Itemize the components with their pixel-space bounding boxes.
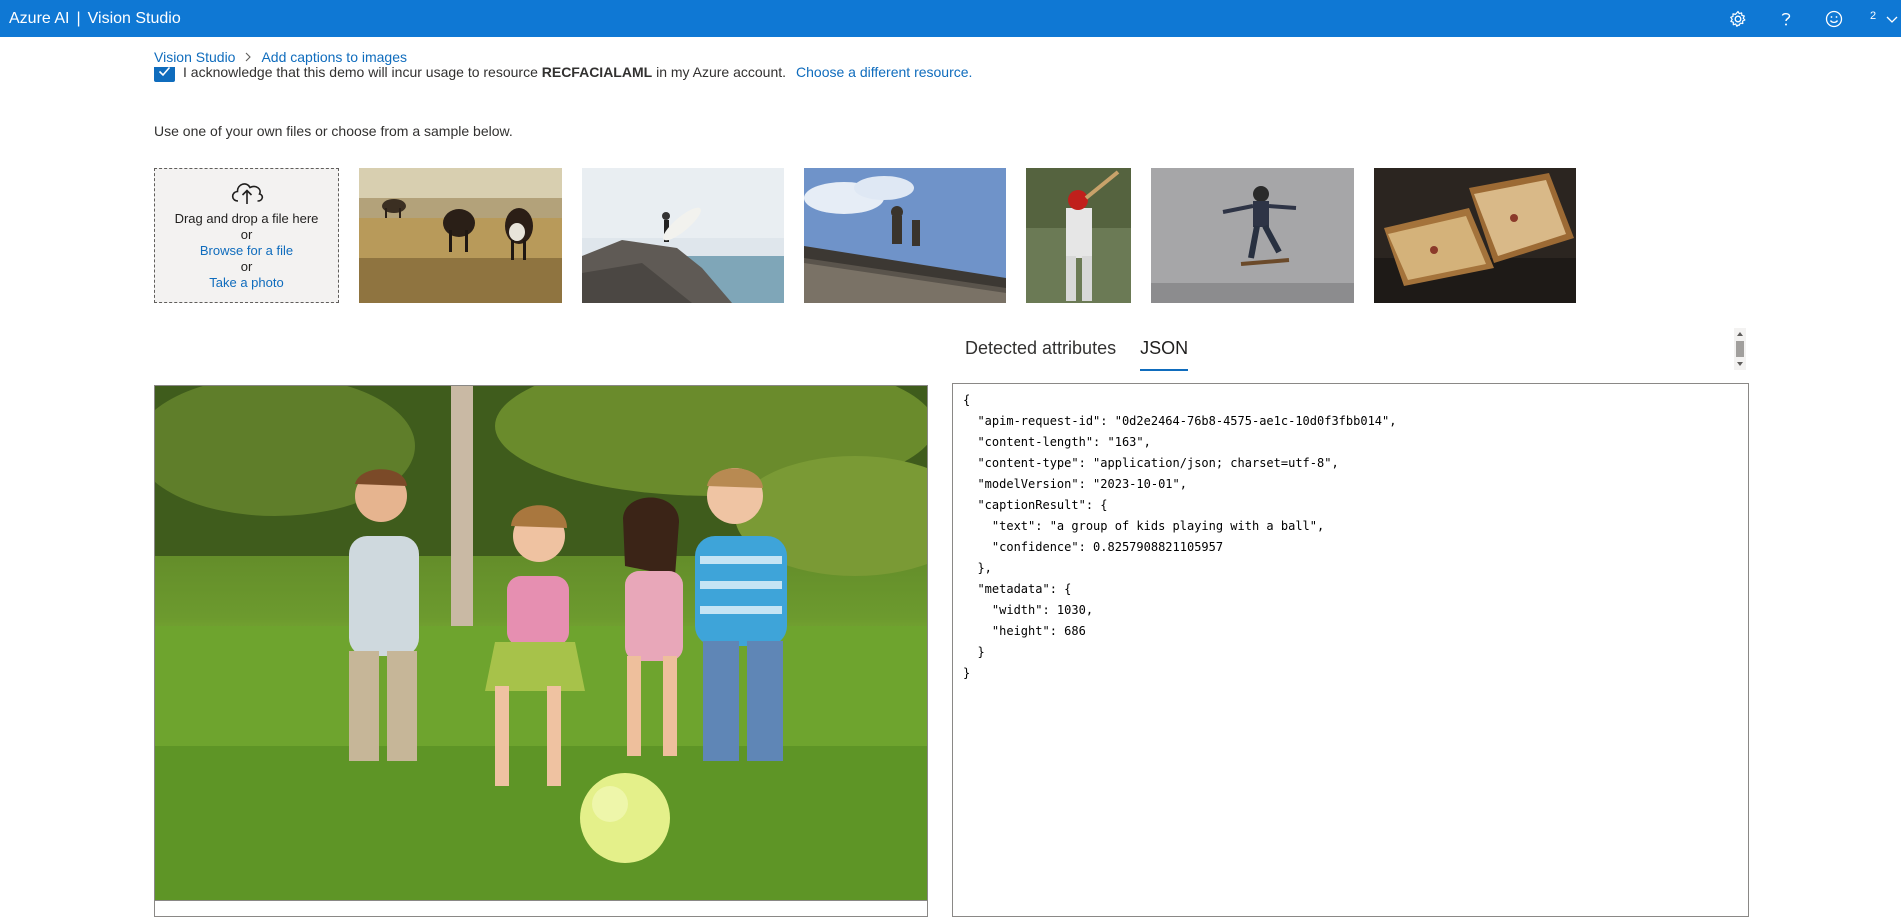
cloud-upload-icon bbox=[155, 179, 338, 209]
chevron-right-icon bbox=[244, 52, 252, 62]
json-result-text: { "apim-request-id": "0d2e2464-76b8-4575… bbox=[963, 393, 1397, 680]
or-text-2: or bbox=[240, 259, 253, 274]
gear-icon[interactable] bbox=[1726, 7, 1750, 31]
smiley-feedback-icon[interactable] bbox=[1822, 7, 1846, 31]
selected-image-preview bbox=[154, 385, 928, 917]
brand-vision-studio: Vision Studio bbox=[87, 10, 181, 27]
kids-playing-ball-image bbox=[155, 386, 927, 900]
tab-json[interactable]: JSON bbox=[1140, 327, 1189, 371]
brand-separator: | bbox=[76, 10, 81, 27]
drag-drop-text: Drag and drop a file here bbox=[174, 211, 319, 226]
breadcrumb-add-captions[interactable]: Add captions to images bbox=[261, 49, 407, 65]
resource-name: RECFACIALAML bbox=[541, 67, 653, 80]
chevron-down-icon[interactable] bbox=[1886, 12, 1898, 30]
browse-file-link[interactable]: Browse for a file bbox=[155, 243, 338, 259]
page-scrollbar[interactable] bbox=[1734, 328, 1746, 370]
sample-baseball-image[interactable] bbox=[1026, 168, 1131, 303]
instruction-text: Use one of your own files or choose from… bbox=[154, 123, 513, 139]
app-title[interactable]: Azure AI | Vision Studio bbox=[9, 0, 181, 37]
breadcrumb-vision-studio[interactable]: Vision Studio bbox=[154, 49, 235, 65]
acknowledgement-row: I acknowledge that this demo will incur … bbox=[154, 67, 972, 89]
json-result-panel[interactable]: { "apim-request-id": "0d2e2464-76b8-4575… bbox=[952, 383, 1749, 917]
take-photo-link[interactable]: Take a photo bbox=[155, 275, 338, 291]
sample-building-image[interactable] bbox=[804, 168, 1006, 303]
tab-detected-attributes[interactable]: Detected attributes bbox=[965, 327, 1116, 371]
help-icon[interactable] bbox=[1774, 7, 1798, 31]
result-tabs: Detected attributes JSON bbox=[965, 327, 1212, 371]
acknowledge-checkbox[interactable] bbox=[154, 67, 175, 82]
acknowledge-text: I acknowledge that this demo will incur … bbox=[183, 67, 538, 80]
preview-caption-bar bbox=[155, 900, 927, 916]
choose-resource-link[interactable]: Choose a different resource. bbox=[796, 67, 972, 80]
sample-cows-image[interactable] bbox=[359, 168, 562, 303]
file-dropzone[interactable]: Drag and drop a file here or Browse for … bbox=[154, 168, 339, 303]
or-text-1: or bbox=[240, 227, 253, 242]
sample-skateboarder-image[interactable] bbox=[1151, 168, 1354, 303]
top-bar: Azure AI | Vision Studio 2 bbox=[0, 0, 1901, 37]
acknowledge-text-after: in my Azure account. bbox=[656, 67, 787, 80]
breadcrumb: Vision Studio Add captions to images bbox=[154, 48, 407, 66]
brand-azure-ai: Azure AI bbox=[9, 10, 70, 27]
sample-sandwich-image[interactable] bbox=[1374, 168, 1576, 303]
sample-surfer-image[interactable] bbox=[582, 168, 784, 303]
user-account-initial[interactable]: 2 bbox=[1870, 10, 1876, 22]
